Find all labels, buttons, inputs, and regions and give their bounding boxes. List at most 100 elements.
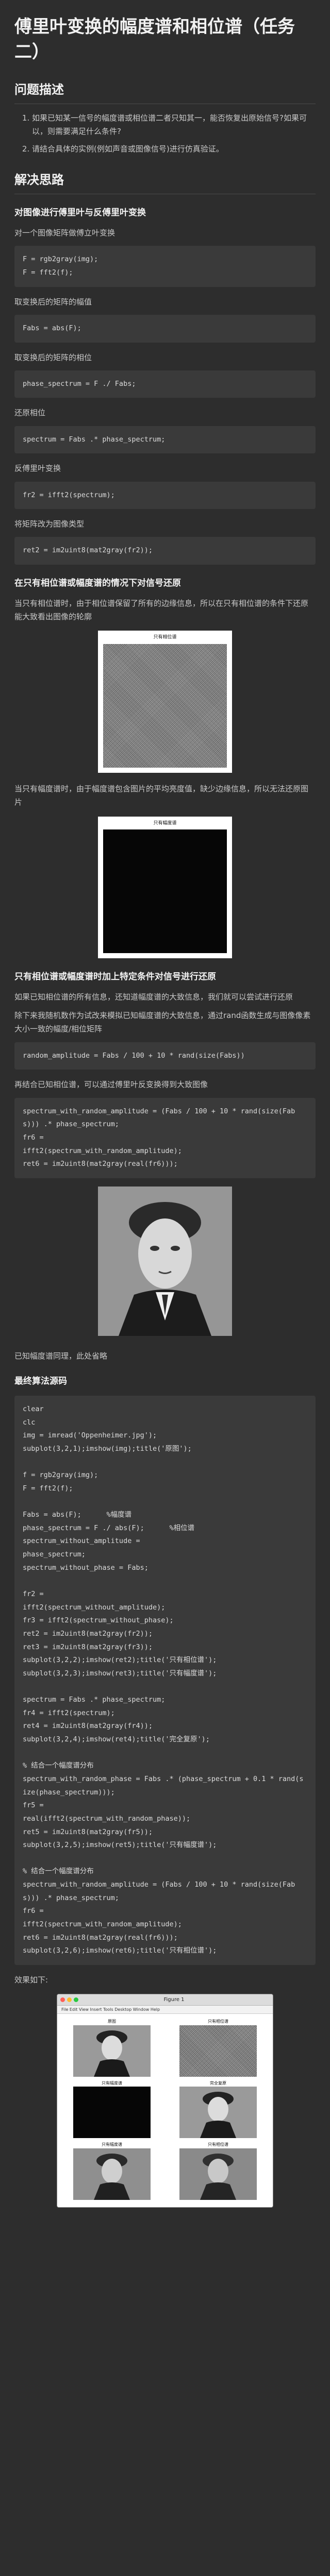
code-line: Fabs = abs(F); %幅度谱 (23, 1511, 132, 1519)
paragraph: 当只有幅度谱时，由于幅度谱包含图片的平均亮度值，缺少边缘信息，所以无法还原图片 (14, 784, 309, 807)
code-line: F = fft2(f); (23, 268, 73, 277)
paragraph: 已知幅度谱同理，此处省略 (14, 1351, 108, 1361)
code-line: ret4 = im2uint8(mat2gray(fr4)); (23, 1722, 153, 1731)
code-line: Fabs = abs(F); (23, 324, 81, 332)
problem-heading: 问题描述 (14, 79, 316, 104)
subplot-title: 只有相位谱 (208, 2019, 228, 2024)
code-line: clc (23, 1418, 36, 1427)
subplot: 完全复原 (170, 2081, 267, 2139)
code-block: Fabs = abs(F); (14, 314, 316, 343)
subplot-title: 原图 (108, 2019, 116, 2024)
subplot: 只有相位谱 (170, 2019, 267, 2077)
original-image (73, 2025, 151, 2077)
code-block: F = rgb2gray(img); F = fft2(f); (14, 246, 316, 287)
window-menubar[interactable]: File Edit View Insert Tools Desktop Wind… (57, 2006, 273, 2014)
phase-only-figure: 只有相位谱 (98, 631, 232, 773)
subplot-title: 只有相位谱 (208, 2142, 228, 2147)
final-code-block: clear clc img = imread('Oppenheimer.jpg');… (14, 1396, 316, 1965)
code-line: subplot(3,2,3);imshow(ret3);title('只有幅度谱… (23, 1669, 217, 1677)
code-line: spectrum_with_random_phase = Fabs .* (ph… (23, 1774, 304, 1797)
section-fft-heading: 对图像进行傅里叶与反傅里叶变换 (14, 208, 146, 218)
code-block: random_amplitude = Fabs / 100 + 10 * ran… (14, 1042, 316, 1070)
code-line: subplot(3,2,4);imshow(ret4);title('完全复原'… (23, 1735, 210, 1744)
code-line: spectrum = Fabs .* phase_spectrum; (23, 435, 166, 444)
subplot: 只有幅度谱 (63, 2081, 160, 2139)
code-line: fr6 = (23, 1133, 44, 1142)
code-line: random_amplitude = Fabs / 100 + 10 * ran… (23, 1051, 245, 1060)
subplot: 原图 (63, 2019, 160, 2077)
minimize-icon[interactable] (67, 1997, 72, 2003)
paragraph: 效果如下: (14, 1975, 48, 1985)
maximize-icon[interactable] (74, 1997, 78, 2003)
code-line: img = imread('Oppenheimer.jpg'); (23, 1431, 157, 1440)
code-line: ifft2(spectrum_without_amplitude); (23, 1603, 166, 1612)
phase-only-thumb (179, 2025, 257, 2077)
paragraph: 反傅里叶变换 (14, 464, 61, 473)
subplot-title: 只有幅度谱 (102, 2080, 122, 2086)
page-title: 傅里叶变换的幅度谱和相位谱（任务二） (14, 16, 295, 63)
approach-heading: 解决思路 (14, 169, 316, 195)
code-line: fr2 = ifft2(spectrum); (23, 490, 115, 499)
code-line: ret6 = im2uint8(mat2gray(real(fr6))); (23, 1160, 178, 1168)
subplot: 只有相位谱 (170, 2142, 267, 2200)
article: 傅里叶变换的幅度谱和相位谱（任务二） 问题描述 如果已知某一信号的幅度谱或相位谱… (0, 0, 330, 2239)
code-line: ret6 = im2uint8(mat2gray(real(fr6))); (23, 1933, 178, 1942)
random-amplitude-image (179, 2148, 257, 2200)
amplitude-only-thumb (73, 2087, 151, 2139)
code-line: spectrum = Fabs .* phase_spectrum; (23, 1696, 166, 1704)
paragraph: 当只有相位谱时，由于相位谱保留了所有的边缘信息，所以在只有相位谱的条件下还原能大… (14, 598, 309, 622)
section-single-spectrum-heading: 在只有相位谱或幅度谱的情况下对信号还原 (14, 578, 181, 589)
code-line: subplot(3,2,5);imshow(ret5);title('只有幅度谱… (23, 1841, 217, 1850)
paragraph: 如果已知相位谱的所有信息，还知道幅度谱的大致信息，我们就可以尝试进行还原 (14, 992, 293, 1002)
full-restore-image (179, 2087, 257, 2139)
code-line: phase_spectrum = F ./ Fabs; (23, 379, 136, 388)
problem-list: 如果已知某一信号的幅度谱或相位谱二者只知其一，能否恢复出原始信号?如果可以，则需… (32, 111, 316, 156)
code-line: ret3 = im2uint8(mat2gray(fr3)); (23, 1642, 153, 1651)
code-block: spectrum = Fabs .* phase_spectrum; (14, 426, 316, 454)
close-icon[interactable] (60, 1997, 65, 2003)
subplot-title: 完全复原 (210, 2080, 226, 2086)
window-title: Figure 1 (163, 1996, 185, 2003)
section-conditional-heading: 只有相位谱或幅度谱时加上特定条件对信号进行还原 (14, 972, 216, 982)
code-line: fr3 = ifft2(spectrum_without_phase); (23, 1616, 174, 1625)
matlab-figure-window: Figure 1 File Edit View Insert Tools Des… (57, 1994, 273, 2208)
amplitude-only-image (103, 829, 227, 954)
code-line: fr4 = ifft2(spectrum); (23, 1708, 115, 1717)
code-line: subplot(3,2,2);imshow(ret2);title('只有相位谱… (23, 1656, 217, 1665)
code-line: f = rgb2gray(img); (23, 1471, 98, 1480)
code-block: phase_spectrum = F ./ Fabs; (14, 370, 316, 398)
problem-item: 请结合具体的实例(例如声音或图像信号)进行仿真验证。 (32, 142, 316, 156)
paragraph: 取变换后的矩阵的相位 (14, 352, 92, 362)
figure-title: 只有幅度谱 (153, 820, 177, 826)
code-line: fr5 = (23, 1801, 44, 1810)
code-line: % 结合一个幅度谱分布 (23, 1867, 94, 1876)
code-line: % 结合一个幅度谱分布 (23, 1761, 94, 1770)
subplot-title: 只有幅度谱 (102, 2142, 122, 2147)
figure-title: 只有相位谱 (153, 635, 177, 640)
code-line: ifft2(spectrum_with_random_amplitude); (23, 1146, 182, 1155)
paragraph: 除下来我随机数作为试改来模拟已知幅度谱的大致信息，通过rand函数生成与图像像素… (14, 1011, 311, 1034)
reconstructed-portrait-image (98, 1186, 232, 1340)
portrait-icon (98, 1186, 232, 1336)
code-line: spectrum_with_random_amplitude = (Fabs /… (23, 1107, 295, 1129)
code-line: clear (23, 1405, 44, 1414)
amplitude-only-figure: 只有幅度谱 (98, 816, 232, 959)
code-line: real(ifft2(spectrum_with_random_phase)); (23, 1814, 191, 1823)
window-titlebar: Figure 1 (57, 1994, 273, 2006)
code-line: spectrum_without_amplitude = (23, 1537, 140, 1546)
code-block: fr2 = ifft2(spectrum); (14, 481, 316, 510)
code-line: ret2 = im2uint8(mat2gray(fr2)); (23, 546, 153, 555)
code-line: phase_spectrum = F ./ abs(F); %相位谱 (23, 1523, 195, 1532)
code-line: ret2 = im2uint8(mat2gray(fr2)); (23, 1629, 153, 1638)
subplot: 只有幅度谱 (63, 2142, 160, 2200)
paragraph: 对一个图像矩阵做傅立叶变换 (14, 228, 116, 238)
code-line: phase_spectrum; (23, 1550, 86, 1559)
paragraph: 还原相位 (14, 408, 46, 418)
window-controls (60, 1997, 78, 2003)
